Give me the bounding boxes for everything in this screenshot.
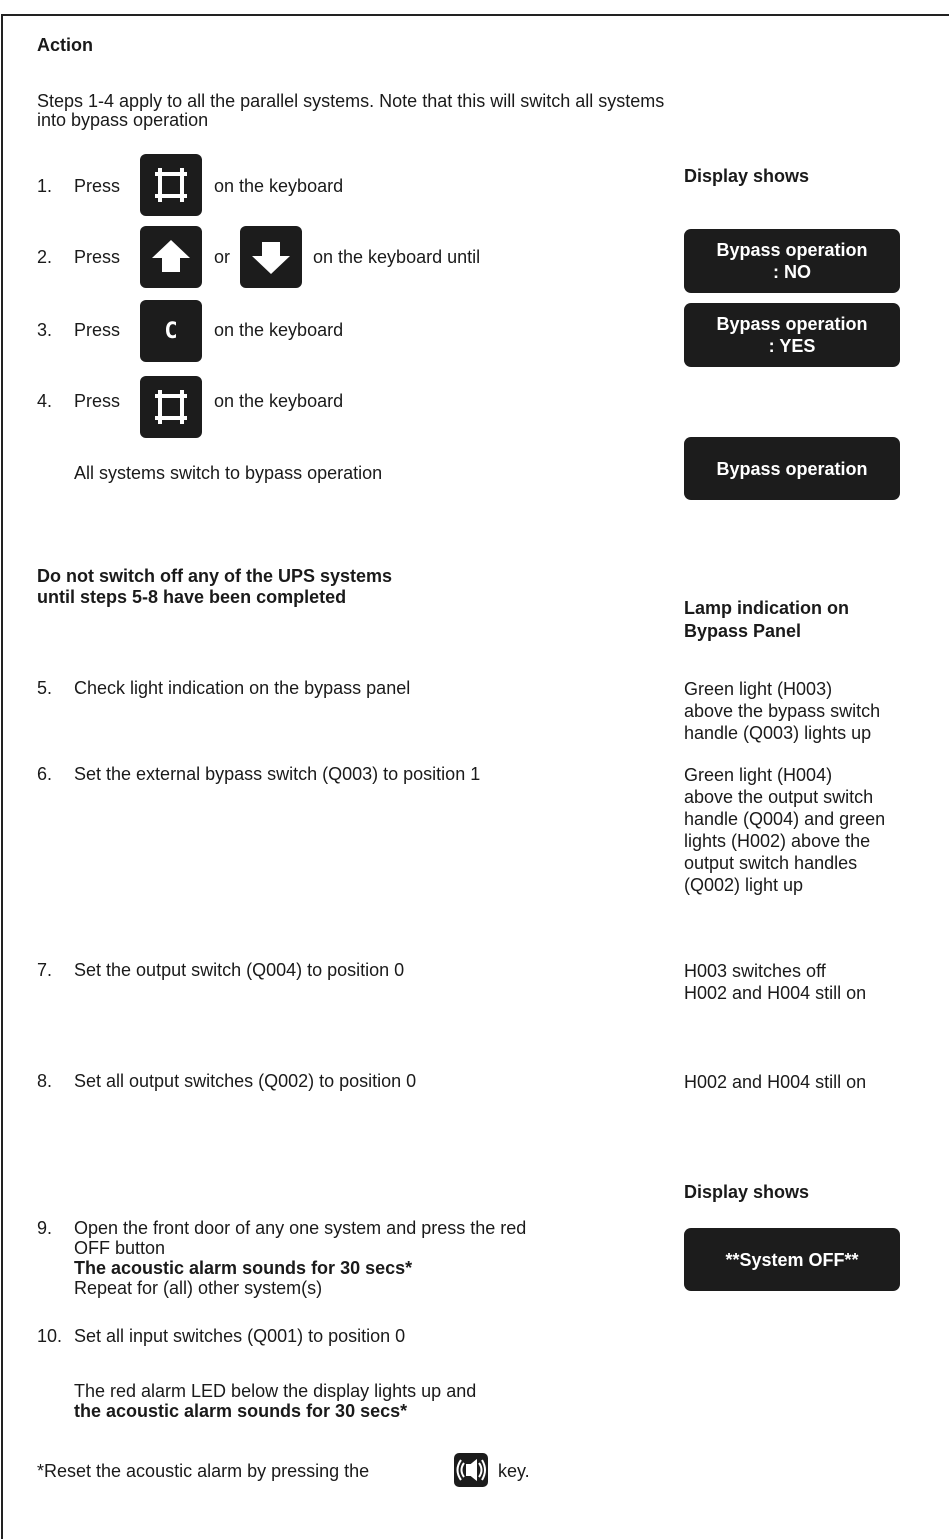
lamp-6-line-3: handle (Q004) and green (684, 809, 886, 829)
step-7-number: 7. (37, 960, 53, 980)
lamp-7-line-1: H003 switches off (684, 961, 826, 981)
step-3-number: 3. (37, 320, 53, 340)
display-system-off-text: **System OFF** (725, 1249, 859, 1270)
intro-line-1: Steps 1-4 apply to all the parallel syst… (37, 91, 665, 111)
enter-key-button-2 (140, 376, 202, 438)
step-9-line-1: Open the front door of any one system an… (74, 1218, 527, 1238)
display-bypass-operation: Bypass operation (684, 437, 900, 500)
intro-line-2: into bypass operation (37, 110, 209, 130)
step-4-press: Press (74, 391, 121, 411)
warning-line-1: Do not switch off any of the UPS systems (37, 566, 393, 586)
lamp-6-line-5: output switch handles (684, 853, 858, 873)
lamp-7-line-2: H002 and H004 still on (684, 983, 867, 1003)
display-shows-heading-2: Display shows (684, 1182, 810, 1202)
enter-key-button (140, 154, 202, 216)
alarm-reset-key (454, 1453, 488, 1487)
warning-line-2: until steps 5-8 have been completed (37, 587, 347, 607)
lamp-7: H003 switches off H002 and H004 still on (684, 960, 866, 1004)
frame-enter-icon (155, 390, 187, 424)
step-10-number: 10. (37, 1326, 63, 1346)
frame-enter-icon (155, 168, 187, 202)
step-10-text: Set all input switches (Q001) to positio… (74, 1326, 406, 1346)
lamp-8: H002 and H004 still on (684, 1071, 866, 1093)
display-shows-heading-1: Display shows (684, 166, 810, 186)
display-system-off: **System OFF** (684, 1228, 900, 1291)
step-4-result: All systems switch to bypass operation (74, 463, 383, 483)
display-bypass-no-line-2: : NO (773, 262, 811, 282)
display-bypass-yes-line-1: Bypass operation (716, 314, 868, 334)
lamp-heading-line-2: Bypass Panel (684, 621, 802, 641)
step-2-number: 2. (37, 247, 53, 267)
display-bypass-no: Bypass operation : NO (684, 229, 900, 293)
step-3-after: on the keyboard (214, 320, 344, 340)
step-5-number: 5. (37, 678, 53, 698)
step-2-after: on the keyboard until (313, 247, 481, 267)
display-bypass-yes-line-2: : YES (768, 336, 816, 356)
lamp-5-line-2: above the bypass switch (684, 701, 881, 721)
lamp-5-line-3: handle (Q003) lights up (684, 723, 872, 743)
step-2-or: or (214, 247, 231, 267)
lamp-6-line-4: lights (H002) above the (684, 831, 871, 851)
step-8-number: 8. (37, 1071, 53, 1091)
step-4-after: on the keyboard (214, 391, 344, 411)
footnote-before: *Reset the acoustic alarm by pressing th… (37, 1461, 370, 1481)
lamp-5: Green light (H003) above the bypass swit… (684, 678, 880, 744)
lamp-6-line-1: Green light (H004) (684, 765, 833, 785)
alarm-reset-icon (456, 1458, 486, 1482)
step-9-line-3: The acoustic alarm sounds for 30 secs* (74, 1258, 413, 1278)
lamp-5-line-1: Green light (H003) (684, 679, 833, 699)
step-10-result-2: the acoustic alarm sounds for 30 secs* (74, 1401, 408, 1421)
step-7-text: Set the output switch (Q004) to position… (74, 960, 405, 980)
step-1-number: 1. (37, 176, 53, 196)
lamp-6-line-2: above the output switch (684, 787, 874, 807)
lamp-6: Green light (H004) above the output swit… (684, 764, 885, 896)
step-4-number: 4. (37, 391, 53, 411)
lamp-8-line-1: H002 and H004 still on (684, 1072, 867, 1092)
step-1-after: on the keyboard (214, 176, 344, 196)
lamp-6-line-6: (Q002) light up (684, 875, 804, 895)
arrow-up-icon (152, 240, 190, 272)
lamp-heading-line-1: Lamp indication on (684, 598, 849, 618)
step-1-press: Press (74, 176, 121, 196)
step-9-line-4: Repeat for (all) other system(s) (74, 1278, 323, 1298)
display-bypass-operation-text: Bypass operation (716, 458, 868, 479)
display-bypass-no-line-1: Bypass operation (716, 240, 868, 260)
action-heading: Action (37, 35, 93, 55)
step-9-block: Open the front door of any one system an… (74, 1218, 526, 1298)
step-3-press: Press (74, 320, 121, 340)
down-key-button (240, 226, 302, 288)
step-5-text: Check light indication on the bypass pan… (74, 678, 411, 698)
step-8-text: Set all output switches (Q002) to positi… (74, 1071, 417, 1091)
display-bypass-yes: Bypass operation : YES (684, 303, 900, 367)
arrow-down-icon (252, 242, 290, 274)
step-10-result-1: The red alarm LED below the display ligh… (74, 1381, 477, 1401)
step-6-number: 6. (37, 764, 53, 784)
step-6-text: Set the external bypass switch (Q003) to… (74, 764, 481, 784)
footnote-after: key. (498, 1461, 530, 1481)
step-9-number: 9. (37, 1218, 53, 1238)
step-9-line-2: OFF button (74, 1238, 166, 1258)
clear-key-button: C (140, 300, 202, 362)
up-key-button (140, 226, 202, 288)
c-key-icon: C (164, 318, 178, 344)
step-2-press: Press (74, 247, 121, 267)
